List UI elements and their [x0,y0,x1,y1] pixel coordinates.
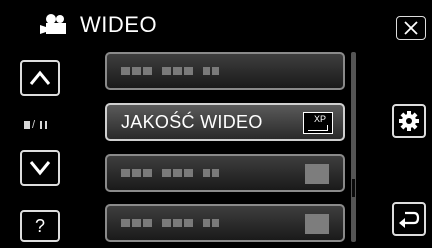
chevron-down-icon [29,161,51,176]
close-icon [404,21,418,35]
gear-icon [399,111,419,131]
placeholder-text [121,219,219,227]
menu-item-video-quality[interactable]: JAKOŚĆ WIDEO XP [105,103,345,141]
help-button[interactable]: ? [20,210,60,242]
scroll-up-button[interactable] [20,60,60,96]
scroll-down-button[interactable] [20,150,60,186]
chevron-up-icon [29,70,51,85]
menu-item-disabled[interactable] [105,154,345,192]
value-placeholder-icon [305,214,329,234]
page-title: WIDEO [80,12,158,37]
menu-item-disabled[interactable] [105,204,345,242]
back-button[interactable] [392,202,426,236]
placeholder-text [121,169,219,177]
video-camera-icon [40,14,66,34]
menu-item-disabled[interactable] [105,52,345,90]
header: WIDEO [0,0,432,48]
help-label: ? [34,215,45,236]
return-icon [399,211,420,228]
menu-item-label: JAKOŚĆ WIDEO [121,112,263,132]
placeholder-text [121,67,219,75]
settings-button[interactable] [392,104,426,138]
scrollbar-thumb[interactable] [351,178,356,198]
playback-mode-icon: / [24,117,58,133]
scrollbar-track[interactable] [351,52,356,242]
value-placeholder-icon [305,164,329,184]
xp-quality-icon: XP [303,112,333,134]
close-button[interactable] [396,16,426,40]
